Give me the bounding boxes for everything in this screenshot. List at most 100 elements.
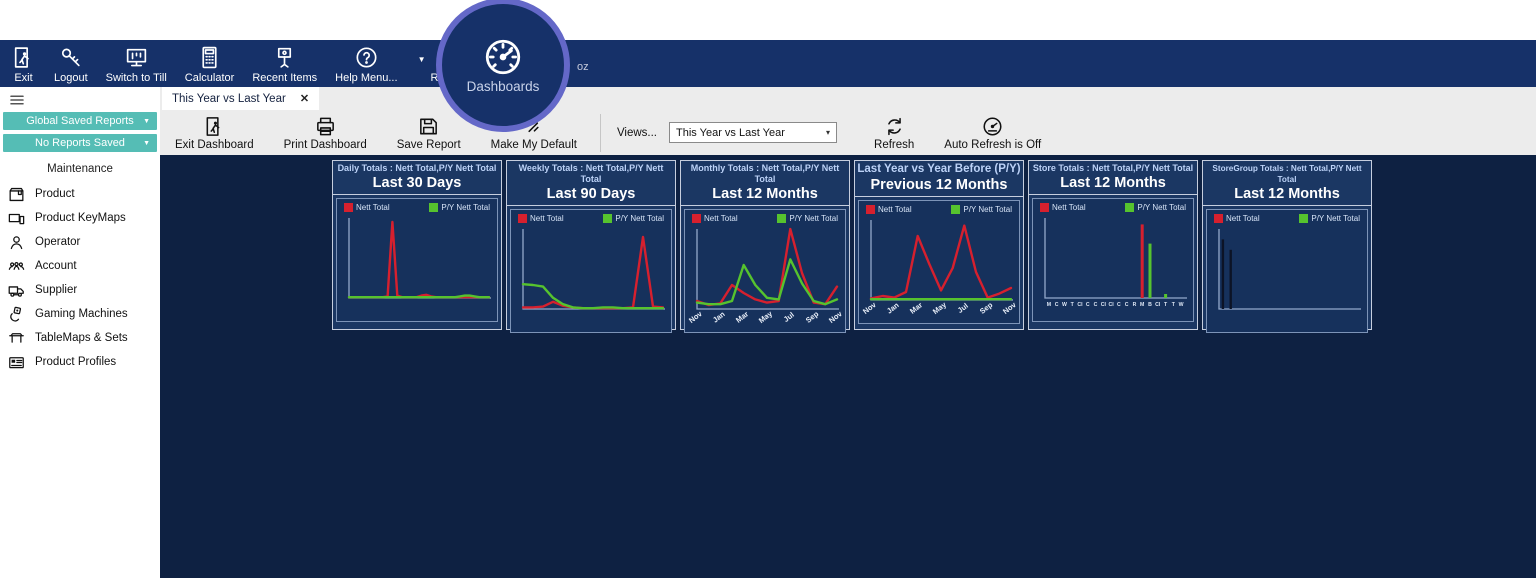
exit-dashboard-button[interactable]: Exit Dashboard bbox=[160, 115, 269, 151]
product-box-icon bbox=[7, 185, 26, 204]
chart-legend: Nett TotalP/Y Nett Total bbox=[685, 210, 845, 223]
sidebar-item-label: TableMaps & Sets bbox=[35, 332, 128, 344]
save-icon bbox=[417, 115, 440, 138]
chart-panel-last-90-days-1[interactable]: Weekly Totals : Nett Total,P/Y Nett Tota… bbox=[506, 160, 676, 330]
toolbar-item-help-menu[interactable]: ▼Help Menu... bbox=[326, 40, 421, 87]
chart-panel-last-12-months-2[interactable]: Monthly Totals : Nett Total,P/Y Nett Tot… bbox=[680, 160, 850, 330]
chart-header: Last Year vs Year Before (P/Y)Previous 1… bbox=[855, 161, 1023, 197]
x-axis-label: W bbox=[1179, 302, 1184, 308]
saved-reports-dropdown[interactable]: No Reports Saved ▼ bbox=[3, 134, 157, 152]
sidebar-item-label: Product KeyMaps bbox=[35, 212, 126, 224]
printer-icon bbox=[314, 115, 337, 138]
sidebar-item-product-keymaps[interactable]: Product KeyMaps bbox=[0, 206, 160, 230]
top-toolbar: ExitLogout Switch to Till Calculator Recent… bbox=[0, 40, 1536, 87]
button-label: Auto Refresh is Off bbox=[944, 139, 1041, 151]
auto-refresh-is-off-button[interactable]: Auto Refresh is Off bbox=[929, 115, 1056, 151]
chart-panel-previous-12-months-3[interactable]: Last Year vs Year Before (P/Y)Previous 1… bbox=[854, 160, 1024, 330]
sidebar-item-tablemaps-sets[interactable]: TableMaps & Sets bbox=[0, 326, 160, 350]
x-axis-label: Mar bbox=[908, 300, 924, 315]
chart-body: Nett TotalP/Y Nett Total bbox=[336, 198, 498, 322]
toolbar-item-label: Switch to Till bbox=[106, 72, 167, 84]
global-saved-reports-dropdown[interactable]: Global Saved Reports ▼ bbox=[3, 112, 157, 130]
legend-label: Nett Total bbox=[704, 214, 738, 223]
legend-label: Nett Total bbox=[1226, 214, 1260, 223]
sidebar-item-label: Account bbox=[35, 260, 77, 272]
x-axis-label: May bbox=[931, 299, 949, 316]
print-dashboard-button[interactable]: Print Dashboard bbox=[269, 115, 382, 151]
sidebar-item-product-profiles[interactable]: Product Profiles bbox=[0, 350, 160, 374]
tab-this-year-vs-last-year[interactable]: This Year vs Last Year ✕ bbox=[162, 87, 319, 110]
legend-swatch-red bbox=[344, 203, 353, 212]
sidebar-item-gaming-machines[interactable]: Gaming Machines bbox=[0, 302, 160, 326]
chart-header: Store Totals : Nett Total,P/Y Nett Total… bbox=[1029, 161, 1197, 195]
legend-swatch-red bbox=[518, 214, 527, 223]
toolbar-item-label: Calculator bbox=[185, 72, 235, 84]
dashboard-canvas: Daily Totals : Nett Total,P/Y Nett Total… bbox=[160, 158, 1536, 578]
sidebar-item-label: Supplier bbox=[35, 284, 77, 296]
button-label: Exit Dashboard bbox=[175, 139, 254, 151]
chart-panel-last-12-months-5[interactable]: StoreGroup Totals : Nett Total,P/Y Nett … bbox=[1202, 160, 1372, 330]
legend-swatch-red bbox=[692, 214, 701, 223]
toolbar-item-calculator[interactable]: Calculator bbox=[176, 40, 244, 87]
chevron-down-icon[interactable]: ▾ bbox=[820, 128, 836, 137]
legend-swatch-green bbox=[1125, 203, 1134, 212]
hamburger-menu-icon[interactable] bbox=[7, 91, 29, 109]
chart-legend: Nett Total P/Y Nett Total bbox=[1207, 210, 1367, 223]
exit-icon bbox=[11, 45, 36, 70]
sidebar-item-label: Operator bbox=[35, 236, 80, 248]
views-select-value: This Year vs Last Year bbox=[676, 127, 785, 139]
chart-plot bbox=[337, 214, 497, 314]
tab-close-icon[interactable]: ✕ bbox=[300, 92, 309, 105]
x-axis-label: CI bbox=[1109, 302, 1115, 308]
maintenance-menu: Product Product KeyMaps Operator Account Sup… bbox=[0, 182, 160, 374]
x-axis-label: Jul bbox=[782, 310, 796, 324]
x-axis-label: Nov bbox=[687, 309, 704, 325]
chart-subtitle: Last 12 Months bbox=[1203, 185, 1371, 205]
toolbar-item-logout[interactable]: Logout bbox=[45, 40, 97, 87]
chart-body: Nett TotalP/Y Nett Total NovJanMarMayJulS… bbox=[684, 209, 846, 333]
chart-legend: Nett TotalP/Y Nett Total bbox=[859, 201, 1019, 214]
sidebar-item-account[interactable]: Account bbox=[0, 254, 160, 278]
operator-icon bbox=[7, 233, 26, 252]
x-axis-label: M bbox=[1140, 302, 1144, 308]
supplier-truck-icon bbox=[7, 281, 26, 300]
chart-subtitle: Previous 12 Months bbox=[855, 176, 1023, 196]
sidebar-item-label: Gaming Machines bbox=[35, 308, 128, 320]
views-label: Views... bbox=[617, 127, 657, 139]
chart-panel-last-12-months-4[interactable]: Store Totals : Nett Total,P/Y Nett Total… bbox=[1028, 160, 1198, 330]
x-axis-label: C bbox=[1117, 302, 1121, 308]
chart-plot: NovJanMarMayJulSepNov bbox=[685, 225, 845, 325]
x-axis-label: CI bbox=[1101, 302, 1107, 308]
toolbar-item-switch-to-till[interactable]: Switch to Till bbox=[97, 40, 176, 87]
save-report-button[interactable]: Save Report bbox=[382, 115, 476, 151]
sidebar-item-product[interactable]: Product bbox=[0, 182, 160, 206]
till-icon bbox=[124, 45, 149, 70]
chart-body: Nett Total P/Y Nett Total bbox=[1206, 209, 1368, 333]
sidebar-item-operator[interactable]: Operator bbox=[0, 230, 160, 254]
chart-panels-row: Daily Totals : Nett Total,P/Y Nett Total… bbox=[332, 160, 1372, 330]
x-axis-label: T bbox=[1172, 302, 1176, 308]
tab-label: This Year vs Last Year bbox=[172, 93, 286, 105]
x-axis-label: CI bbox=[1155, 302, 1161, 308]
app-window: ExitLogout Switch to Till Calculator Recent… bbox=[0, 0, 1536, 578]
tab-strip: This Year vs Last Year ✕ bbox=[160, 87, 1536, 110]
x-axis-label: M bbox=[1047, 302, 1051, 308]
legend-item: P/Y Nett Total bbox=[1299, 214, 1360, 223]
toolbar-item-exit[interactable]: Exit bbox=[2, 40, 45, 87]
refresh-button[interactable]: Refresh bbox=[859, 115, 929, 151]
sidebar-item-supplier[interactable]: Supplier bbox=[0, 278, 160, 302]
x-axis-label: Jul bbox=[956, 301, 970, 315]
views-select[interactable]: This Year vs Last Year ▾ bbox=[669, 122, 837, 143]
x-axis-label: Nov bbox=[827, 309, 844, 325]
chart-panel-last-30-days-0[interactable]: Daily Totals : Nett Total,P/Y Nett Total… bbox=[332, 160, 502, 330]
toolbar-item-recent-items[interactable]: Recent Items bbox=[243, 40, 326, 87]
legend-item: P/Y Nett Total bbox=[603, 214, 664, 223]
sidebar-item-label: Product bbox=[35, 188, 75, 200]
chart-subtitle: Last 12 Months bbox=[1029, 174, 1197, 194]
x-axis-label: Mar bbox=[734, 309, 750, 324]
chart-header: Monthly Totals : Nett Total,P/Y Nett Tot… bbox=[681, 161, 849, 206]
dashboards-button-callout[interactable]: Dashboards bbox=[436, 0, 570, 132]
legend-item: Nett Total bbox=[692, 214, 738, 223]
chevron-down-icon: ▼ bbox=[143, 118, 150, 125]
legend-item: Nett Total bbox=[866, 205, 912, 214]
